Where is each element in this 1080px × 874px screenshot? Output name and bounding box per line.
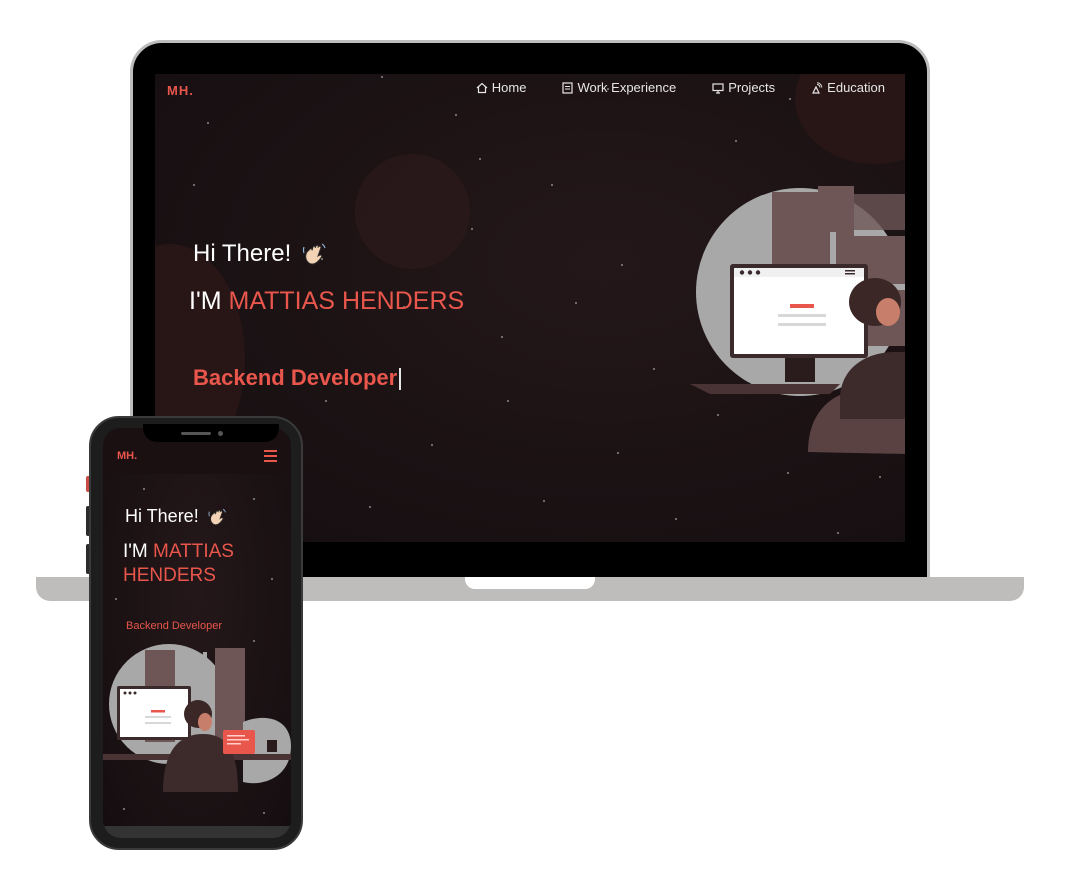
hero-greeting-text: Hi There!: [193, 240, 292, 267]
waving-hand-icon: [208, 508, 226, 525]
phone-notch: [143, 424, 279, 442]
typing-caret: [399, 368, 402, 391]
phone-hero-name-prefix: I'M: [123, 541, 148, 562]
phone-hero-name-first: MATTIAS: [153, 541, 234, 562]
antenna-icon: [812, 81, 823, 94]
nav-projects-label: Projects: [728, 80, 776, 95]
phone-developer-illustration: [103, 644, 291, 792]
laptop-hinge-notch: [465, 577, 595, 589]
hero-name-last: HENDERS: [341, 287, 465, 315]
hero-name-prefix: I'M: [189, 287, 222, 315]
nav-home[interactable]: Home: [476, 80, 527, 95]
hamburger-menu-icon[interactable]: [264, 450, 277, 462]
home-icon: [476, 82, 488, 93]
main-nav: Home Work Experience Projects Education: [476, 80, 885, 95]
phone-hero-greeting: Hi There!: [125, 506, 227, 527]
hero-name-first: MATTIAS: [228, 287, 335, 315]
phone-hero-name: I'M MATTIAS HENDERS: [123, 540, 273, 588]
hero-role-text: Backend Developer: [193, 365, 398, 390]
phone-home-bar: [103, 826, 291, 838]
hero-name: I'M MATTIAS HENDERS: [189, 287, 464, 316]
site-logo[interactable]: MH.: [167, 83, 194, 98]
phone-camera: [218, 431, 223, 436]
phone-speaker: [181, 432, 211, 435]
nav-education-label: Education: [827, 80, 885, 95]
waving-hand-icon: [303, 243, 326, 265]
document-icon: [562, 81, 574, 94]
blob-center: [355, 154, 470, 269]
phone-hero-greeting-text: Hi There!: [125, 506, 199, 526]
nav-work-experience[interactable]: Work Experience: [562, 80, 676, 95]
phone-site-logo[interactable]: MH.: [117, 450, 137, 462]
nav-work-experience-label: Work Experience: [577, 80, 677, 95]
monitor-icon: [712, 82, 724, 94]
hero-greeting: Hi There!: [193, 240, 327, 268]
phone-hero-name-last: HENDERS: [123, 565, 216, 586]
developer-illustration: [690, 186, 905, 454]
nav-education[interactable]: Education: [811, 80, 885, 95]
hero-role: Backend Developer: [193, 365, 402, 391]
nav-projects[interactable]: Projects: [712, 80, 775, 95]
nav-home-label: Home: [491, 80, 527, 95]
phone-hero-role: Backend Developer: [126, 620, 223, 632]
phone-screen: MH. Hi There! I'M MATTIAS HENDERS Backen…: [103, 428, 291, 838]
